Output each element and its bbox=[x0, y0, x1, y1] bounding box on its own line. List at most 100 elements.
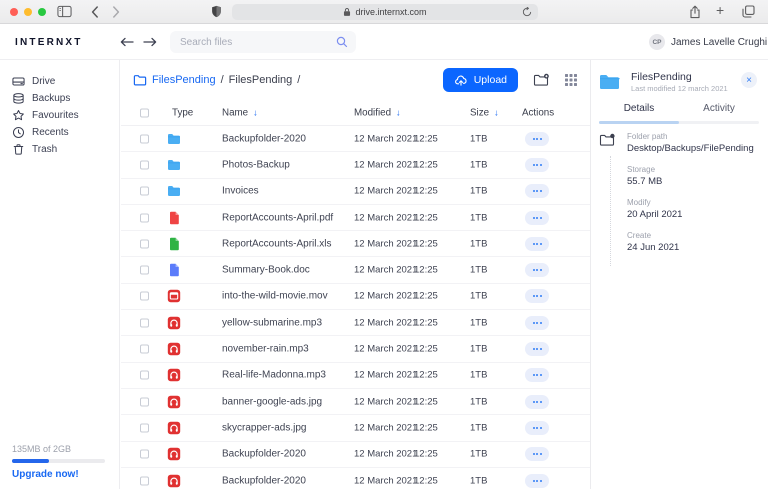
row-checkbox[interactable] bbox=[140, 213, 149, 222]
row-actions-button[interactable] bbox=[525, 184, 549, 198]
table-row[interactable]: Real-life-Madonna.mp3 12 March 2021 12:2… bbox=[121, 363, 590, 389]
row-actions-button[interactable] bbox=[525, 421, 549, 435]
breadcrumb-root[interactable]: FilesPending bbox=[152, 74, 216, 86]
row-checkbox[interactable] bbox=[140, 160, 149, 169]
table-row[interactable]: ReportAccounts-April.xls 12 March 2021 1… bbox=[121, 231, 590, 257]
file-size: 1TB bbox=[470, 317, 487, 328]
row-checkbox[interactable] bbox=[140, 371, 149, 380]
row-checkbox[interactable] bbox=[140, 476, 149, 485]
user-name[interactable]: James Lavelle Crughi bbox=[671, 37, 767, 48]
breadcrumb-current[interactable]: FilesPending bbox=[229, 74, 293, 86]
column-modified[interactable]: Modified↓ bbox=[354, 107, 401, 118]
row-actions-button[interactable] bbox=[525, 158, 549, 172]
row-checkbox[interactable] bbox=[140, 345, 149, 354]
file-name[interactable]: Summary-Book.doc bbox=[222, 265, 310, 276]
table-row[interactable]: yellow-submarine.mp3 12 March 2021 12:25… bbox=[121, 310, 590, 336]
file-name[interactable]: ReportAccounts-April.pdf bbox=[222, 212, 333, 223]
nav-forward-button[interactable] bbox=[143, 37, 157, 47]
file-name[interactable]: yellow-submarine.mp3 bbox=[222, 317, 322, 328]
file-name[interactable]: ReportAccounts-April.xls bbox=[222, 238, 331, 249]
table-row[interactable]: into-the-wild-movie.mov 12 March 2021 12… bbox=[121, 284, 590, 310]
sidebar-item-recents[interactable]: Recents bbox=[0, 124, 119, 141]
new-folder-button[interactable] bbox=[533, 73, 550, 87]
file-name[interactable]: Backupfolder-2020 bbox=[222, 475, 306, 486]
breadcrumb-separator: / bbox=[297, 74, 300, 86]
upload-button[interactable]: Upload bbox=[443, 68, 518, 92]
nav-back-button[interactable] bbox=[120, 37, 134, 47]
file-name[interactable]: Real-life-Madonna.mp3 bbox=[222, 370, 326, 381]
file-name[interactable]: Photos-Backup bbox=[222, 159, 290, 170]
audio-file-icon bbox=[167, 316, 181, 330]
column-size[interactable]: Size↓ bbox=[470, 107, 499, 118]
row-checkbox[interactable] bbox=[140, 187, 149, 196]
table-row[interactable]: Summary-Book.doc 12 March 2021 12:25 1TB bbox=[121, 257, 590, 283]
user-avatar[interactable]: CP bbox=[649, 34, 665, 50]
row-checkbox[interactable] bbox=[140, 397, 149, 406]
file-name[interactable]: Backupfolder-2020 bbox=[222, 449, 306, 460]
grid-view-button[interactable] bbox=[565, 74, 578, 87]
sidebar-item-trash[interactable]: Trash bbox=[0, 141, 119, 158]
row-actions-button[interactable] bbox=[525, 237, 549, 251]
sidebar-item-backups[interactable]: Backups bbox=[0, 90, 119, 107]
upgrade-link[interactable]: Upgrade now! bbox=[12, 469, 105, 480]
table-row[interactable]: Invoices 12 March 2021 12:25 1TB bbox=[121, 179, 590, 205]
file-size: 1TB bbox=[470, 475, 487, 486]
browser-back-button[interactable] bbox=[91, 6, 99, 18]
row-actions-button[interactable] bbox=[525, 395, 549, 409]
table-row[interactable]: Backupfolder-2020 12 March 2021 12:25 1T… bbox=[121, 442, 590, 468]
row-actions-button[interactable] bbox=[525, 342, 549, 356]
breadcrumb-folder-icon bbox=[133, 74, 147, 86]
row-actions-button[interactable] bbox=[525, 132, 549, 146]
tab-details[interactable]: Details bbox=[599, 103, 679, 114]
file-name[interactable]: Invoices bbox=[222, 186, 259, 197]
sidebar-toggle-button[interactable] bbox=[57, 5, 72, 18]
share-button[interactable] bbox=[689, 5, 701, 19]
select-all-checkbox[interactable] bbox=[140, 108, 149, 117]
file-name[interactable]: banner-google-ads.jpg bbox=[222, 396, 322, 407]
file-name[interactable]: into-the-wild-movie.mov bbox=[222, 291, 328, 302]
browser-forward-button[interactable] bbox=[112, 6, 120, 18]
search-bar bbox=[170, 31, 356, 53]
privacy-shield-icon[interactable] bbox=[211, 5, 222, 18]
row-actions-button[interactable] bbox=[525, 316, 549, 330]
table-row[interactable]: Backupfolder-2020 12 March 2021 12:25 1T… bbox=[121, 468, 590, 489]
file-name[interactable]: skycrapper-ads.jpg bbox=[222, 422, 306, 433]
search-input[interactable] bbox=[180, 31, 330, 53]
column-name[interactable]: Name↓ bbox=[222, 107, 258, 118]
column-type[interactable]: Type bbox=[172, 107, 193, 118]
table-row[interactable]: Photos-Backup 12 March 2021 12:25 1TB bbox=[121, 152, 590, 178]
traffic-light-close[interactable] bbox=[10, 8, 18, 16]
file-size: 1TB bbox=[470, 186, 487, 197]
row-actions-button[interactable] bbox=[525, 211, 549, 225]
row-checkbox[interactable] bbox=[140, 423, 149, 432]
row-actions-button[interactable] bbox=[525, 474, 549, 488]
table-row[interactable]: november-rain.mp3 12 March 2021 12:25 1T… bbox=[121, 336, 590, 362]
file-name[interactable]: Backupfolder-2020 bbox=[222, 133, 306, 144]
table-row[interactable]: skycrapper-ads.jpg 12 March 2021 12:25 1… bbox=[121, 415, 590, 441]
row-checkbox[interactable] bbox=[140, 292, 149, 301]
row-actions-button[interactable] bbox=[525, 447, 549, 461]
row-checkbox[interactable] bbox=[140, 239, 149, 248]
row-checkbox[interactable] bbox=[140, 450, 149, 459]
table-row[interactable]: Backupfolder-2020 12 March 2021 12:25 1T… bbox=[121, 126, 590, 152]
sort-desc-icon: ↓ bbox=[396, 108, 401, 118]
close-details-button[interactable]: × bbox=[741, 72, 757, 88]
row-actions-button[interactable] bbox=[525, 289, 549, 303]
new-tab-button[interactable]: + bbox=[716, 2, 724, 18]
show-tabs-button[interactable] bbox=[742, 5, 755, 18]
row-checkbox[interactable] bbox=[140, 134, 149, 143]
table-row[interactable]: ReportAccounts-April.pdf 12 March 2021 1… bbox=[121, 205, 590, 231]
refresh-button[interactable] bbox=[522, 7, 532, 17]
table-row[interactable]: banner-google-ads.jpg 12 March 2021 12:2… bbox=[121, 389, 590, 415]
traffic-light-minimize[interactable] bbox=[24, 8, 32, 16]
row-actions-button[interactable] bbox=[525, 263, 549, 277]
tab-activity[interactable]: Activity bbox=[679, 103, 759, 114]
row-checkbox[interactable] bbox=[140, 318, 149, 327]
url-bar[interactable]: drive.internxt.com bbox=[232, 4, 538, 20]
file-name[interactable]: november-rain.mp3 bbox=[222, 344, 309, 355]
sidebar-item-favourites[interactable]: Favourites bbox=[0, 107, 119, 124]
row-checkbox[interactable] bbox=[140, 266, 149, 275]
traffic-light-zoom[interactable] bbox=[38, 8, 46, 16]
sidebar-item-drive[interactable]: Drive bbox=[0, 73, 119, 90]
row-actions-button[interactable] bbox=[525, 368, 549, 382]
